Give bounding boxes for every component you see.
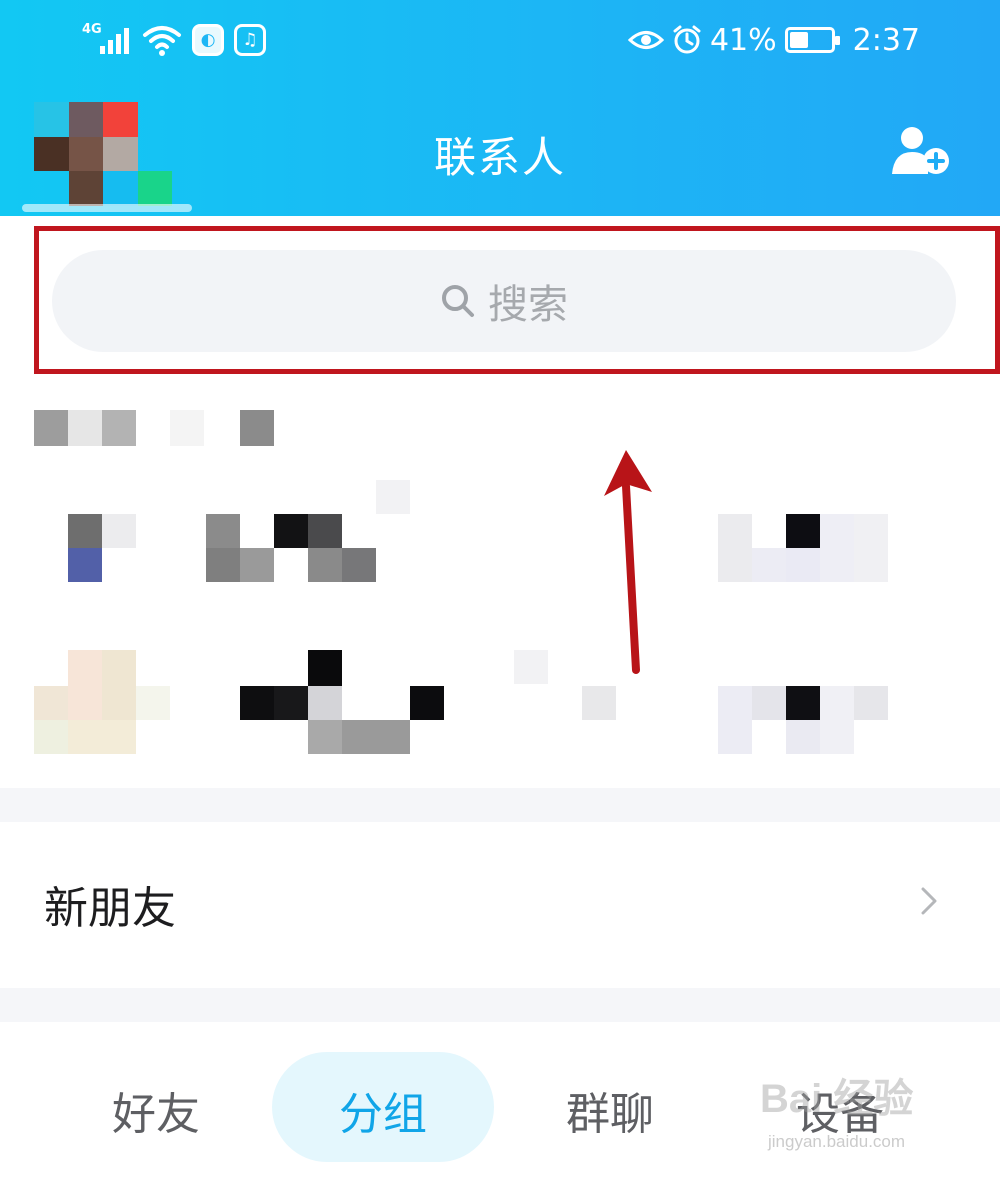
tab-groups[interactable]: 分组: [339, 1078, 427, 1142]
app-notification-icon: ◐: [192, 24, 224, 56]
section-divider: [0, 988, 1000, 1022]
battery-icon: [784, 27, 840, 53]
alarm-icon: [673, 25, 701, 54]
music-notification-icon: ♫: [234, 24, 266, 56]
tab-friends[interactable]: 好友: [112, 1078, 200, 1142]
wifi-icon: [143, 26, 181, 56]
watermark-brand: Bai 经验: [760, 1077, 914, 1121]
header-bar: 4G ◐ ♫ 41% 2:37 联系人: [0, 0, 1000, 216]
watermark-url: jingyan.baidu.com: [768, 1132, 906, 1151]
list-item-label: 新朋友: [44, 883, 176, 934]
blurred-contact-row[interactable]: [0, 480, 1000, 590]
status-right: 41% 2:37: [627, 20, 920, 60]
avatar-underline: [22, 204, 192, 212]
blurred-section-header: [34, 410, 274, 446]
list-item-new-friends[interactable]: 新朋友: [0, 822, 1000, 988]
chevron-right-icon: [921, 887, 937, 915]
signal-icon: 4G: [82, 22, 132, 58]
status-left: 4G ◐ ♫: [82, 20, 266, 60]
network-type: 4G: [82, 22, 102, 37]
add-contact-icon[interactable]: [890, 124, 952, 176]
annotation-arrow: [604, 450, 652, 674]
status-bar: 4G ◐ ♫ 41% 2:37: [0, 0, 1000, 80]
section-divider: [0, 788, 1000, 822]
eye-icon: [627, 31, 664, 49]
blurred-contact-row[interactable]: [0, 650, 1000, 756]
battery-percent: 41%: [709, 22, 777, 58]
annotation-highlight-box: [34, 226, 1000, 374]
clock-time: 2:37: [852, 22, 920, 58]
page-title: 联系人: [433, 133, 566, 182]
tab-group-chats[interactable]: 群聊: [566, 1078, 654, 1142]
baidu-watermark: Bai 经验 jingyan.baidu.com: [760, 1066, 960, 1166]
